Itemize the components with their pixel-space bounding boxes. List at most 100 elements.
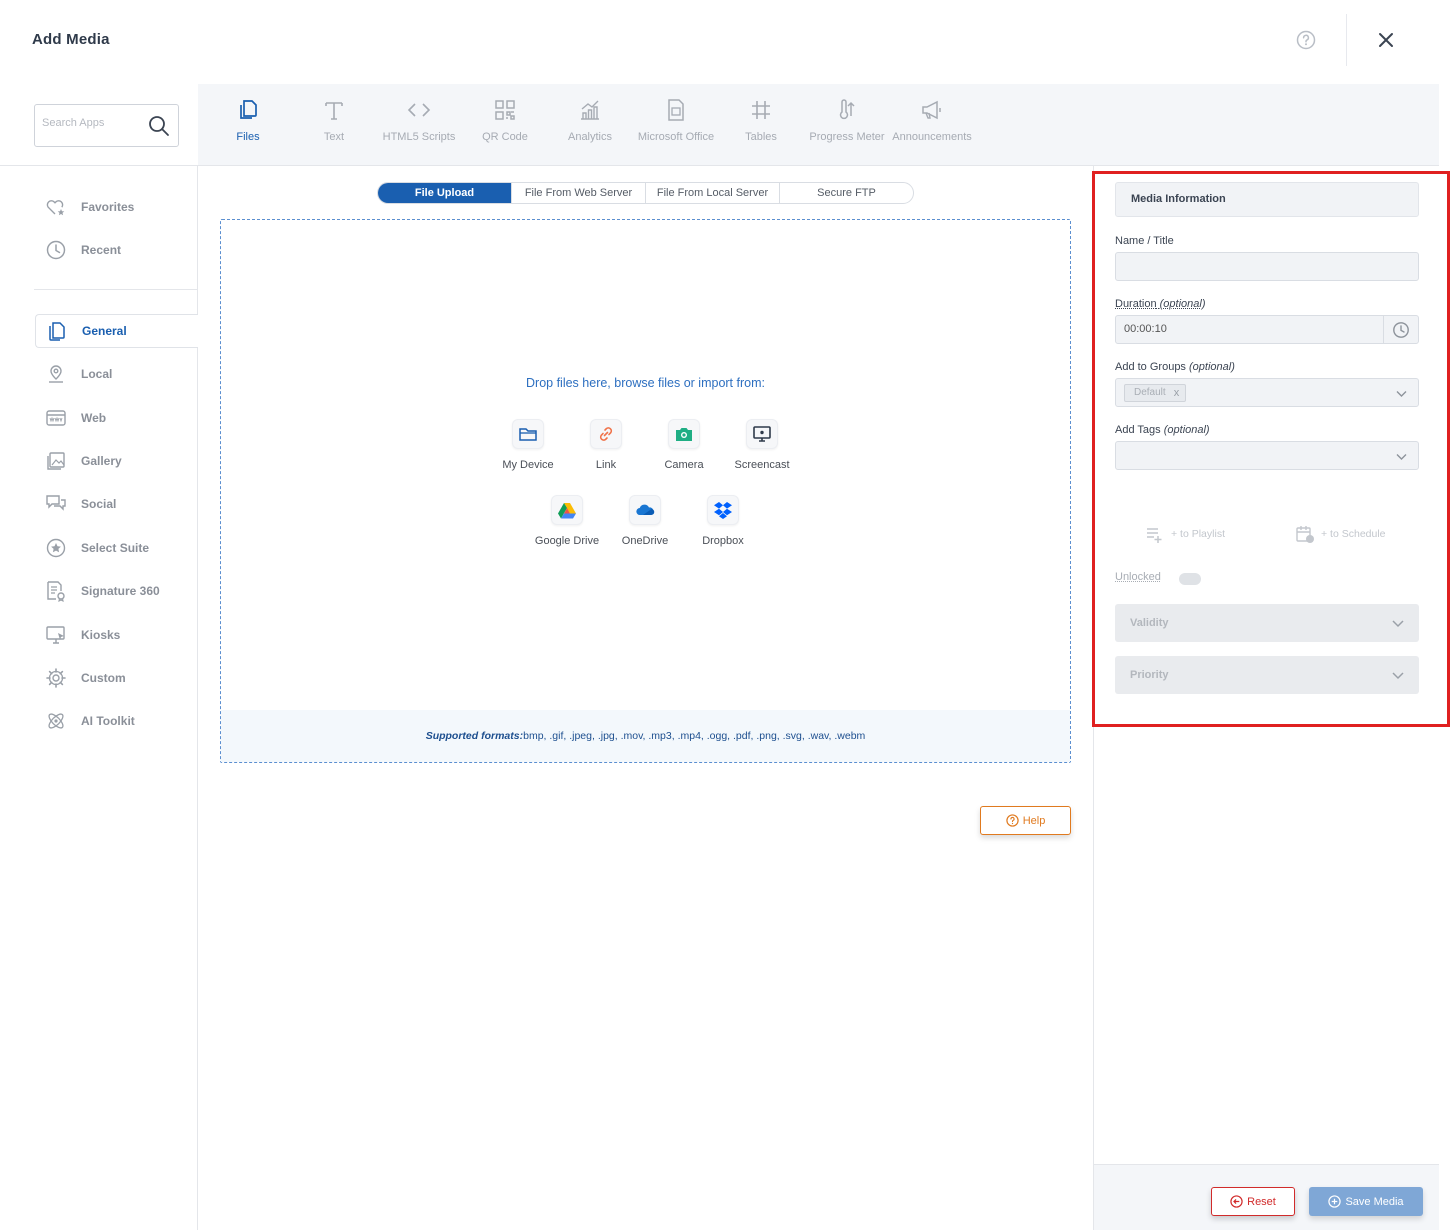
chevron-down-icon [1392, 672, 1404, 680]
name-title-input[interactable] [1115, 252, 1419, 281]
google-drive-icon [558, 503, 576, 519]
tab-file-upload[interactable]: File Upload [378, 183, 512, 203]
drop-prompt: Drop files here, browse files or import … [526, 376, 765, 390]
search-box[interactable] [34, 104, 179, 147]
sidebar-item-local[interactable]: Local [35, 357, 198, 391]
close-icon[interactable] [1377, 31, 1395, 49]
sidebar-item-label: Recent [81, 243, 122, 257]
search-input[interactable] [42, 117, 142, 129]
atom-icon [48, 713, 64, 729]
source-label: Google Drive [534, 535, 600, 547]
add-to-playlist-button[interactable]: + to Playlist [1145, 524, 1225, 544]
monitor-touch-icon [46, 626, 65, 644]
apps-toolbar: Files Text HTML5 Scripts QR Code Analyti… [198, 84, 1439, 166]
reset-label: Reset [1247, 1195, 1276, 1208]
sidebar-item-select-suite[interactable]: Select Suite [35, 531, 198, 565]
formats-label: Supported formats: [425, 730, 524, 742]
sidebar-item-custom[interactable]: Custom [35, 661, 198, 695]
source-my-device[interactable]: My Device [488, 419, 568, 471]
search-icon[interactable] [148, 115, 170, 137]
app-tab-microsoft-office[interactable]: Microsoft Office [633, 98, 719, 158]
source-label: OneDrive [621, 535, 669, 547]
help-icon [1006, 814, 1019, 827]
app-tab-tables[interactable]: Tables [718, 98, 804, 158]
app-tab-label: Analytics [567, 131, 613, 143]
groups-select[interactable]: Default x [1115, 378, 1419, 407]
star-circle-icon [46, 538, 66, 558]
formats-list: bmp, .gif, .jpeg, .jpg, .mov, .mp3, .mp4… [523, 730, 866, 742]
sidebar-item-ai-toolkit[interactable]: AI Toolkit [35, 704, 198, 738]
sidebar-item-social[interactable]: Social [35, 487, 198, 521]
search-area [0, 84, 198, 166]
sidebar-item-recent[interactable]: Recent [35, 233, 198, 267]
playlist-add-icon [1147, 528, 1162, 543]
add-to-schedule-button[interactable]: + to Schedule [1295, 524, 1386, 544]
app-tab-announcements[interactable]: Announcements [889, 98, 975, 158]
clock-icon [46, 240, 66, 260]
lock-toggle[interactable] [1179, 573, 1201, 585]
app-tab-label: Progress Meter [809, 131, 885, 143]
source-dropbox[interactable]: Dropbox [683, 495, 763, 547]
duration-input[interactable]: 00:00:10 [1115, 315, 1419, 344]
source-camera[interactable]: Camera [644, 419, 724, 471]
save-media-button[interactable]: Save Media [1309, 1187, 1423, 1216]
source-label: Link [595, 459, 617, 471]
calendar-add-icon [1296, 526, 1314, 543]
app-tab-files[interactable]: Files [205, 98, 291, 158]
gear-icon [46, 668, 66, 688]
code-icon [407, 103, 431, 117]
document-badge-icon [47, 581, 65, 602]
tab-file-from-web-server[interactable]: File From Web Server [512, 183, 646, 203]
header-divider [1346, 14, 1347, 66]
www-icon [46, 410, 66, 426]
sidebar-item-label: Web [81, 411, 107, 425]
sidebar-item-label: Kiosks [81, 628, 121, 642]
app-tab-analytics[interactable]: Analytics [547, 98, 633, 158]
app-tab-qr-code[interactable]: QR Code [462, 98, 548, 158]
sidebar-item-signature-360[interactable]: Signature 360 [35, 574, 198, 608]
duration-picker-button[interactable] [1383, 316, 1418, 343]
app-tab-text[interactable]: Text [291, 98, 377, 158]
tags-select[interactable] [1115, 441, 1419, 470]
sidebar-item-gallery[interactable]: Gallery [35, 444, 198, 478]
source-google-drive[interactable]: Google Drive [527, 495, 607, 547]
sidebar-item-favorites[interactable]: Favorites [35, 190, 198, 224]
modal-header: Add Media [0, 0, 1451, 84]
tab-secure-ftp[interactable]: Secure FTP [780, 183, 913, 203]
help-button[interactable]: Help [980, 806, 1071, 835]
onedrive-icon [636, 504, 655, 516]
source-link[interactable]: Link [566, 419, 646, 471]
dropbox-icon [714, 502, 732, 519]
app-tab-label: Text [323, 131, 345, 143]
app-tab-progress-meter[interactable]: Progress Meter [804, 98, 890, 158]
validity-accordion[interactable]: Validity [1115, 604, 1419, 642]
source-screencast[interactable]: Screencast [722, 419, 802, 471]
sidebar-item-label: Select Suite [81, 541, 150, 555]
reset-button[interactable]: Reset [1211, 1187, 1295, 1216]
tags-label-text: Add Tags [1115, 424, 1161, 436]
text-icon [325, 102, 343, 120]
group-chip-label: Default [1134, 387, 1166, 398]
sidebar-item-general[interactable]: General [35, 314, 198, 348]
tab-file-from-local-server[interactable]: File From Local Server [646, 183, 780, 203]
chevron-down-icon [1396, 391, 1407, 397]
sidebar-item-kiosks[interactable]: Kiosks [35, 618, 198, 652]
source-label: My Device [502, 459, 554, 471]
gallery-icon [47, 452, 65, 470]
help-icon[interactable] [1296, 30, 1316, 50]
priority-accordion[interactable]: Priority [1115, 656, 1419, 694]
sidebar-item-label: Gallery [81, 454, 122, 468]
chip-remove-icon[interactable]: x [1174, 385, 1180, 401]
name-title-label: Name / Title [1115, 235, 1174, 247]
add-to-playlist-label: + to Playlist [1171, 528, 1225, 540]
app-tab-label: QR Code [482, 131, 528, 143]
screencast-icon [753, 426, 771, 442]
sidebar-item-web[interactable]: Web [35, 401, 198, 435]
app-tab-html5-scripts[interactable]: HTML5 Scripts [376, 98, 462, 158]
sidebar-item-label: Favorites [81, 200, 135, 214]
file-drop-zone[interactable]: Drop files here, browse files or import … [220, 219, 1071, 763]
app-tab-label: Files [236, 131, 260, 143]
help-button-label: Help [1022, 814, 1046, 827]
thermometer-icon [839, 99, 855, 120]
source-onedrive[interactable]: OneDrive [605, 495, 685, 547]
